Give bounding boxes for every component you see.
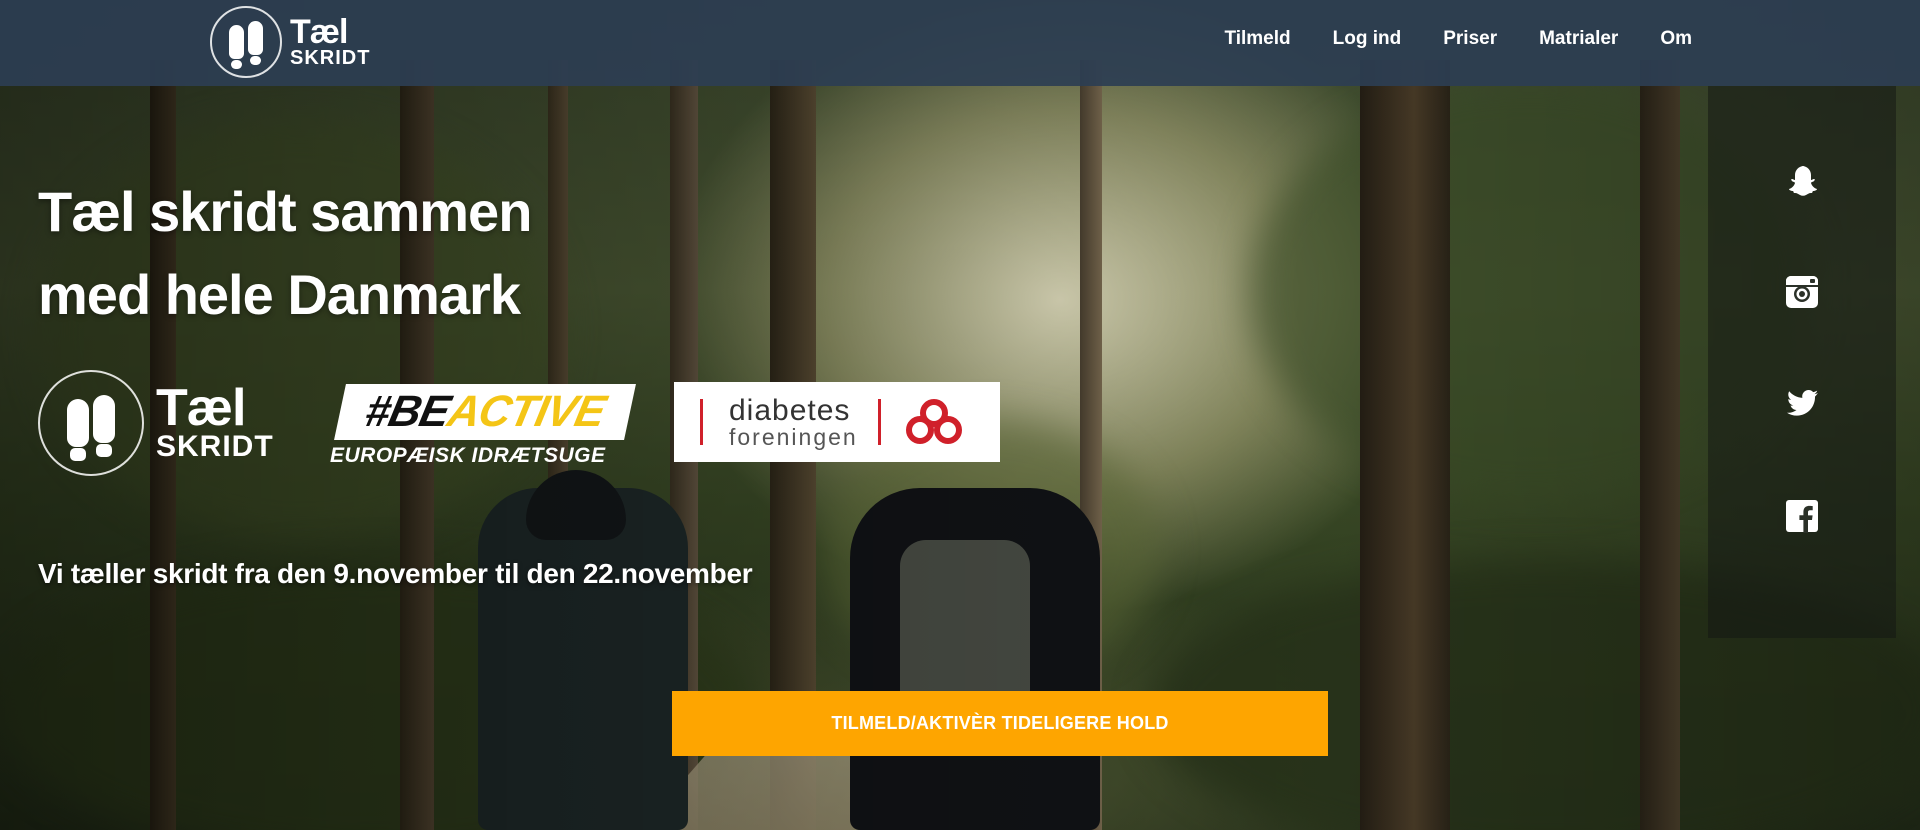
main-nav: Tilmeld Log ind Priser Matrialer Om [1224,28,1692,50]
logo-line2: SKRIDT [290,46,371,69]
foot-right [248,21,263,65]
social-sidebar [1708,86,1896,638]
diabetes-text: diabetes foreningen [729,393,858,450]
event-dates: Vi tæller skridt fra den 9.november til … [38,558,753,589]
tael-logo-text: Tæl SKRIDT [156,379,274,464]
beactive-hash: #BE [360,387,454,436]
nav-matrialer[interactable]: Matrialer [1539,28,1618,50]
beactive-active: ACTIVE [443,387,610,436]
footprints-icon [38,370,144,476]
logo-divider [877,399,881,445]
logo-text: Tæl SKRIDT [290,13,371,69]
diabetes-line2: foreningen [729,423,858,450]
snapchat-icon[interactable] [1778,156,1826,204]
diabetes-trefoil-icon [905,399,962,444]
instagram-icon[interactable] [1778,268,1826,316]
logo-divider [700,399,703,445]
diabetesforeningen-logo: diabetes foreningen [674,382,1000,462]
nav-om[interactable]: Om [1660,28,1692,50]
facebook-icon[interactable] [1778,492,1826,540]
nav-log-ind[interactable]: Log ind [1333,28,1402,50]
foot-left [67,399,89,461]
hero-headline: Tæl skridt sammen med hele Danmark [38,170,532,336]
headline-line2: med hele Danmark [38,263,521,326]
foot-right [93,395,115,457]
foot-left [229,25,244,69]
beactive-tag: #BEACTIVE [334,384,636,440]
beactive-logo: #BEACTIVE EUROPÆISK IDRÆTSUGE [330,384,636,468]
signup-activate-button[interactable]: TILMELD/AKTIVÈR TIDELIGERE HOLD [672,691,1328,756]
beactive-subtitle: EUROPÆISK IDRÆTSUGE [330,444,606,467]
nav-tilmeld[interactable]: Tilmeld [1224,28,1290,50]
diabetes-line1: diabetes [729,393,851,427]
tael-logo-line1: Tæl [156,379,246,438]
tael-logo-line2: SKRIDT [156,430,274,464]
headline-line1: Tæl skridt sammen [38,180,532,243]
top-navbar: Tæl SKRIDT Tilmeld Log ind Priser Matria… [0,0,1920,86]
nav-priser[interactable]: Priser [1443,28,1497,50]
tael-skridt-logo: Tæl SKRIDT [38,370,274,476]
site-logo[interactable]: Tæl SKRIDT [210,4,370,80]
twitter-icon[interactable] [1778,380,1826,428]
footprints-icon [210,6,282,78]
logo-line1: Tæl [290,13,348,52]
